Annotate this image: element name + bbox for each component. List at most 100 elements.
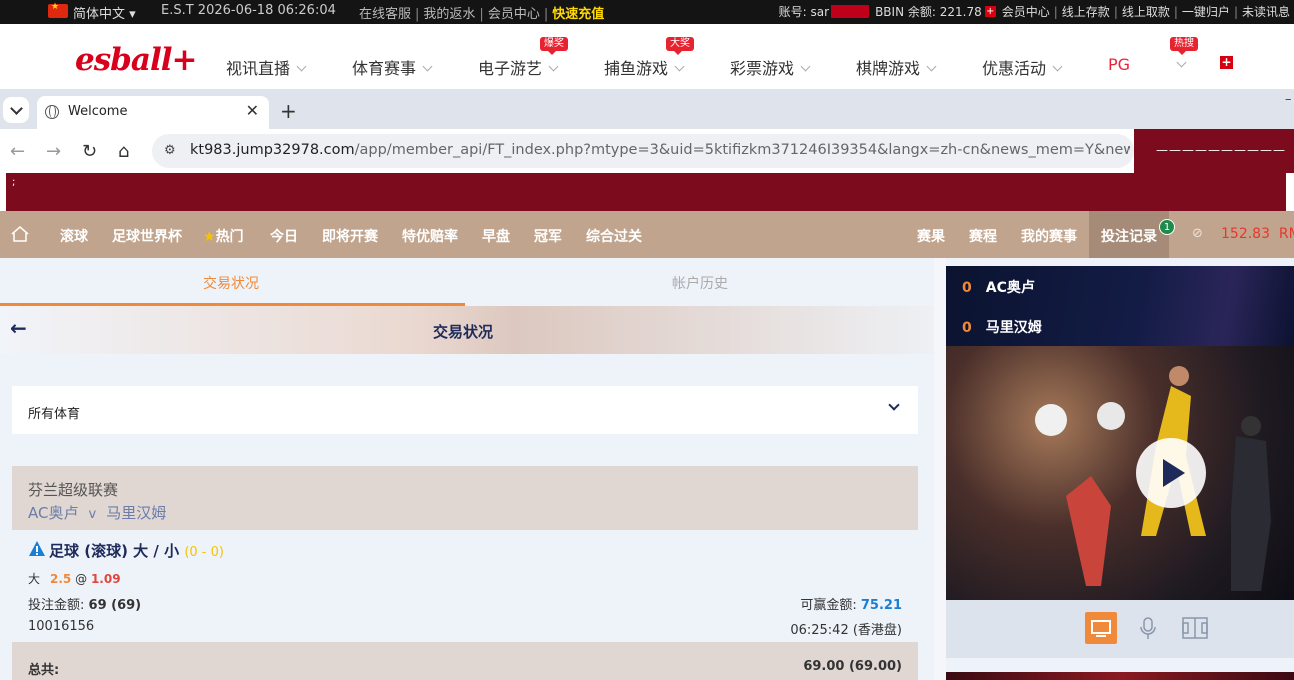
bet-score: (0 - 0): [184, 545, 224, 560]
home-icon[interactable]: ⌂: [118, 141, 129, 162]
pitch-icon[interactable]: [1179, 612, 1211, 644]
new-tab-icon[interactable]: +: [280, 99, 297, 123]
account-link-messages[interactable]: 未读讯息: [1242, 3, 1290, 20]
tab-account-history[interactable]: 帐户历史: [672, 273, 728, 293]
account-link-deposit[interactable]: 线上存款: [1062, 3, 1110, 20]
ticket-id: 10016156: [28, 619, 95, 634]
tv-icon[interactable]: [1085, 612, 1117, 644]
badge-fishing: 大奖: [666, 37, 694, 55]
badge-slots: 爆奖: [540, 37, 568, 55]
sports-balance: 152.83 RM: [1221, 226, 1294, 242]
minimize-icon[interactable]: –: [1285, 92, 1292, 107]
language-selector[interactable]: 简体中文 ▾: [73, 3, 136, 22]
live-scoreboard: 0 AC奥卢 0 马里汉姆: [946, 266, 1294, 346]
sport-tab-parlay[interactable]: 综合过关: [586, 226, 642, 246]
main-nav: esball+ 视讯直播 体育赛事 电子游艺 爆奖 捕鱼游戏 大奖 彩票游戏 棋…: [0, 24, 1294, 90]
sport-tab-early[interactable]: 早盘: [482, 226, 510, 246]
potential-win: 可赢金额: 75.21: [800, 598, 902, 613]
account-link-member[interactable]: 会员中心: [1002, 3, 1050, 20]
refresh-balance-icon[interactable]: +: [984, 6, 996, 17]
home-icon[interactable]: [10, 225, 30, 243]
chevron-down-icon: [800, 61, 811, 72]
top-links: 在线客服 | 我的返水 | 会员中心 | 快速充值: [359, 7, 605, 22]
top-link-rebate[interactable]: 我的返水: [423, 7, 475, 22]
top-link-member[interactable]: 会员中心: [488, 7, 540, 22]
tab-transaction-status[interactable]: 交易状况: [203, 273, 259, 293]
china-flag-icon: [48, 2, 68, 18]
top-link-support[interactable]: 在线客服: [359, 7, 411, 22]
chevron-down-icon: [1176, 57, 1187, 68]
forward-arrow-icon[interactable]: →: [46, 141, 61, 162]
bet-selection: 大 2.5 @ 1.09: [28, 572, 121, 586]
bet-type: 足球 (滚球) 大 / 小 (0 - 0): [49, 542, 224, 560]
quick-recharge-link[interactable]: 快速充值: [552, 7, 604, 22]
bet-card-body: 足球 (滚球) 大 / 小 (0 - 0) 大 2.5 @ 1.09 投注金额: …: [12, 530, 918, 642]
reload-icon[interactable]: ↻: [82, 141, 97, 162]
account-link-withdraw[interactable]: 线上取款: [1122, 3, 1170, 20]
play-button[interactable]: [1136, 438, 1206, 508]
home-team: AC奥卢: [28, 504, 79, 522]
nav-item-pg[interactable]: PG: [1108, 55, 1130, 74]
nav-item-board-games[interactable]: 棋牌游戏: [856, 55, 937, 79]
address-bar-row: ← → ↻ ⌂ ⚙ kt983.jump32978.com/app/member…: [0, 129, 1294, 173]
sport-tab-upcoming[interactable]: 即将开赛: [322, 226, 378, 246]
scroll-gutter: [934, 258, 946, 680]
total-row: 总共: 69.00 (69.00): [12, 642, 918, 680]
nav-item-sports[interactable]: 体育赛事: [352, 55, 433, 79]
live-video[interactable]: [946, 346, 1294, 600]
league-name: 芬兰超级联赛: [28, 481, 119, 499]
microphone-icon[interactable]: [1132, 612, 1164, 644]
away-team: 马里汉姆: [106, 504, 167, 522]
globe-icon: [45, 105, 59, 119]
football-players-image: [1035, 366, 1271, 591]
account-link-transfer[interactable]: 一键归户: [1182, 3, 1230, 20]
chevron-down-icon: [674, 61, 685, 72]
transactions-panel: 交易状况 帐户历史 ← 交易状况 所有体育 芬兰超级联赛 AC奥卢 v 马里汉姆 足…: [0, 258, 934, 680]
sport-tab-special-odds[interactable]: 特优赔率: [402, 226, 458, 246]
page-title: 交易状况: [433, 323, 494, 341]
schedule-link[interactable]: 赛程: [969, 226, 997, 246]
promo-banner-strip: [946, 672, 1294, 680]
esball-logo[interactable]: esball+: [75, 42, 197, 78]
page-header: ← 交易状况: [0, 306, 934, 354]
account-label: 账号: sar: [778, 5, 830, 19]
live-panel: 0 AC奥卢 0 马里汉姆: [946, 258, 1294, 680]
nav-item-more[interactable]: [1170, 55, 1187, 74]
sport-tab-outright[interactable]: 冠军: [534, 226, 562, 246]
warning-icon: [29, 541, 45, 556]
sport-filter-select[interactable]: 所有体育: [12, 386, 918, 434]
tab-title: Welcome: [68, 104, 128, 119]
hide-balance-icon[interactable]: ⊘: [1192, 226, 1203, 241]
chevron-down-icon: [888, 399, 900, 411]
nav-item-promotions[interactable]: 优惠活动: [982, 55, 1063, 79]
browser-tab[interactable]: Welcome ✕: [37, 96, 269, 129]
chevron-down-icon: [926, 61, 937, 72]
tab-search-icon[interactable]: [3, 97, 29, 123]
total-label: 总共:: [28, 663, 60, 678]
nav-item-live-casino[interactable]: 视讯直播: [226, 55, 307, 79]
url-text: kt983.jump32978.com/app/member_api/FT_in…: [190, 142, 1130, 158]
my-events-link[interactable]: 我的赛事: [1021, 226, 1077, 246]
nav-item-slots[interactable]: 电子游艺: [478, 55, 559, 79]
back-arrow-icon[interactable]: ←: [10, 316, 27, 340]
site-info-icon[interactable]: ⚙: [164, 143, 176, 158]
sport-tab-live[interactable]: 滚球: [60, 226, 88, 246]
back-arrow-icon[interactable]: ←: [10, 141, 25, 162]
scoreboard-away: 0 马里汉姆: [962, 320, 1042, 336]
results-link[interactable]: 赛果: [917, 226, 945, 246]
bet-history-link[interactable]: 投注记录: [1101, 226, 1157, 246]
close-tab-icon[interactable]: ✕: [246, 101, 259, 120]
notice-banner: ;: [6, 173, 1286, 211]
bbin-balance: BBIN 余额: 221.78: [875, 5, 982, 19]
badge-hot: 热搜: [1170, 37, 1198, 55]
sport-tab-today[interactable]: 今日: [270, 226, 298, 246]
plus-icon[interactable]: +: [1220, 56, 1233, 69]
transactions-tabs: 交易状况 帐户历史: [0, 258, 934, 306]
url-field[interactable]: ⚙ kt983.jump32978.com/app/member_api/FT_…: [152, 134, 1134, 168]
nav-item-lottery[interactable]: 彩票游戏: [730, 55, 811, 79]
nav-item-fishing[interactable]: 捕鱼游戏: [604, 55, 685, 79]
browser-tab-strip: Welcome ✕ + –: [0, 90, 1294, 129]
bet-time: 06:25:42 (香港盘): [790, 623, 902, 638]
sport-tab-world-cup[interactable]: 足球世界杯: [112, 226, 182, 246]
sport-tab-hot[interactable]: ★热门: [203, 226, 244, 246]
